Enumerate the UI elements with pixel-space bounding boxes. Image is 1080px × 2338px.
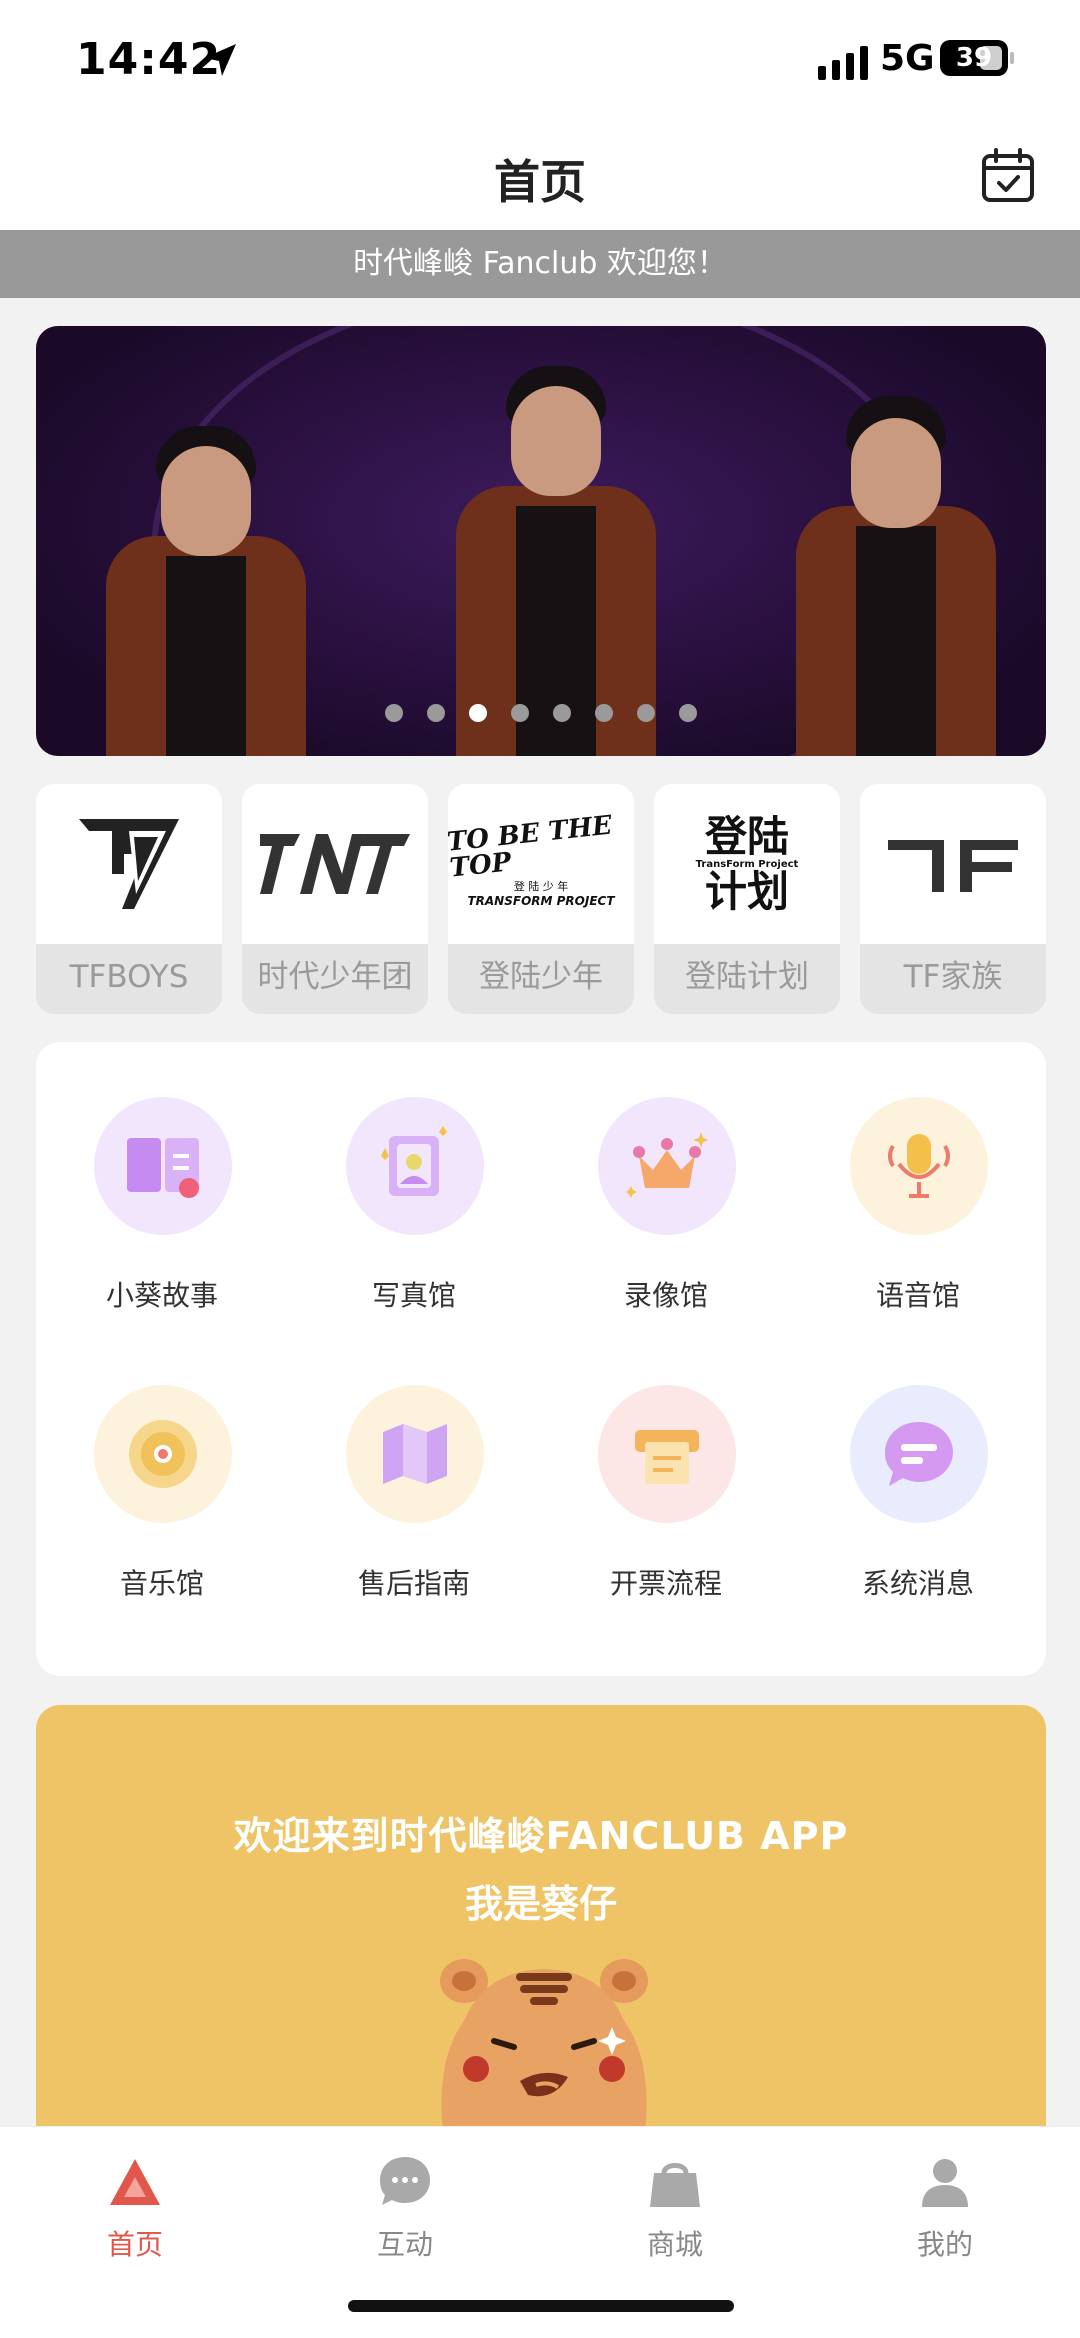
tab-label: 首页 [106, 2228, 163, 2261]
grid-item-photo[interactable]: 写真馆 [288, 1042, 540, 1312]
carousel-dot[interactable] [427, 704, 445, 722]
tf-family-logo [860, 784, 1046, 944]
carousel-dots [36, 704, 1046, 726]
profile-icon [922, 2159, 968, 2207]
banner-person [436, 356, 676, 756]
microphone-icon [888, 1134, 950, 1198]
tab-label: 我的 [916, 2228, 973, 2261]
photo-icon [381, 1126, 447, 1196]
banner-carousel[interactable] [36, 326, 1046, 756]
grid-item-video[interactable]: 录像馆 [540, 1042, 792, 1312]
grid-item-label: 音乐馆 [119, 1567, 204, 1600]
battery-icon: 39 [940, 40, 1014, 76]
tnt-logo [242, 784, 428, 944]
disc-icon [129, 1420, 197, 1488]
shopping-bag-icon [650, 2163, 700, 2207]
crown-icon [627, 1132, 707, 1198]
carousel-dot[interactable] [385, 704, 403, 722]
home-icon [110, 2159, 160, 2205]
chat-icon [380, 2157, 430, 2205]
banner-person [776, 396, 1016, 756]
grid-item-label: 小葵故事 [105, 1279, 218, 1312]
promo-title: 欢迎来到时代峰峻FANCLUB APP [233, 1814, 849, 1858]
tab-mall[interactable]: 商城 [540, 2141, 810, 2271]
tab-label: 商城 [646, 2228, 703, 2261]
book-icon [127, 1138, 199, 1198]
denglu-jihua-logo: 登陆 TransForm Project 计划 [695, 811, 799, 916]
battery-level: 39 [955, 43, 993, 73]
tab-interaction[interactable]: 互动 [270, 2141, 540, 2271]
grid-item-label: 开票流程 [609, 1567, 722, 1600]
carousel-dot[interactable] [595, 704, 613, 722]
brand-list: TFBOYS 时代少年团 TO BE THE TOP 登 陆 少 年 TRANS… [36, 784, 1046, 1014]
home-indicator[interactable] [348, 2300, 734, 2312]
welcome-banner: 时代峰峻 Fanclub 欢迎您！ [0, 230, 1080, 298]
page-title: 首页 [494, 155, 586, 209]
status-bar: 14:42 5G 39 [0, 0, 1080, 120]
promo-subtitle: 我是葵仔 [464, 1882, 617, 1926]
signal-icon [818, 46, 868, 80]
brand-tile-denglu-shaonian[interactable]: TO BE THE TOP 登 陆 少 年 TRANSFORM PROJECT … [448, 784, 634, 1014]
feature-grid: 小葵故事 写真馆 录像馆 语音馆 音乐馆 售后指南 开票流程 系统消息 [36, 1042, 1046, 1676]
brand-tile-tfboys[interactable]: TFBOYS [36, 784, 222, 1014]
grid-item-voice[interactable]: 语音馆 [792, 1042, 1044, 1312]
promo-card[interactable]: 欢迎来到时代峰峻FANCLUB APP 我是葵仔 [36, 1705, 1046, 2175]
brand-tile-tnt[interactable]: 时代少年团 [242, 784, 428, 1014]
carousel-dot[interactable] [553, 704, 571, 722]
calendar-icon[interactable] [980, 148, 1036, 204]
map-icon [383, 1424, 447, 1484]
tfboys-logo [36, 784, 222, 944]
grid-item-label: 系统消息 [861, 1567, 974, 1600]
network-label: 5G [880, 38, 935, 79]
grid-item-label: 售后指南 [357, 1567, 470, 1600]
brand-label: TFBOYS [36, 944, 222, 1014]
carousel-dot[interactable] [511, 704, 529, 722]
grid-item-invoice[interactable]: 开票流程 [540, 1330, 792, 1600]
nav-header: 首页 [0, 120, 1080, 230]
location-arrow-icon [204, 44, 236, 76]
grid-item-label: 写真馆 [371, 1279, 456, 1312]
tab-label: 互动 [376, 2228, 433, 2261]
tab-profile[interactable]: 我的 [810, 2141, 1080, 2271]
invoice-icon [635, 1430, 699, 1484]
grid-item-label: 语音馆 [875, 1279, 960, 1312]
grid-item-system-message[interactable]: 系统消息 [792, 1330, 1044, 1600]
brand-label: 登陆少年 [448, 944, 634, 1014]
brand-label: TF家族 [860, 944, 1046, 1014]
brand-label: 时代少年团 [242, 944, 428, 1014]
brand-tile-denglu-jihua[interactable]: 登陆 TransForm Project 计划 登陆计划 [654, 784, 840, 1014]
message-icon [885, 1422, 953, 1486]
grid-item-story[interactable]: 小葵故事 [36, 1042, 288, 1312]
grid-item-after-sales[interactable]: 售后指南 [288, 1330, 540, 1600]
tab-home[interactable]: 首页 [0, 2141, 270, 2271]
carousel-dot[interactable] [637, 704, 655, 722]
grid-item-music[interactable]: 音乐馆 [36, 1330, 288, 1600]
carousel-dot[interactable] [469, 704, 487, 722]
brand-tile-tf-family[interactable]: TF家族 [860, 784, 1046, 1014]
to-be-the-top-logo: TO BE THE TOP 登 陆 少 年 TRANSFORM PROJECT [448, 810, 615, 908]
carousel-dot[interactable] [679, 704, 697, 722]
grid-item-label: 录像馆 [623, 1279, 708, 1312]
brand-label: 登陆计划 [654, 944, 840, 1014]
